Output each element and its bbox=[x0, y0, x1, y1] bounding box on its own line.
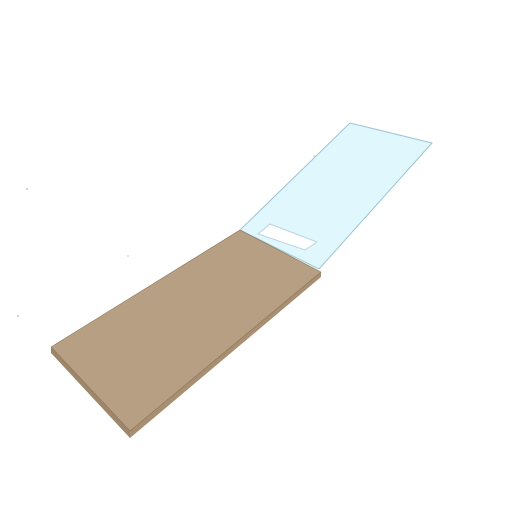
speck bbox=[313, 155, 315, 157]
speck bbox=[26, 188, 28, 190]
speck bbox=[17, 315, 19, 317]
speck bbox=[127, 255, 129, 257]
render-scene bbox=[0, 0, 512, 512]
